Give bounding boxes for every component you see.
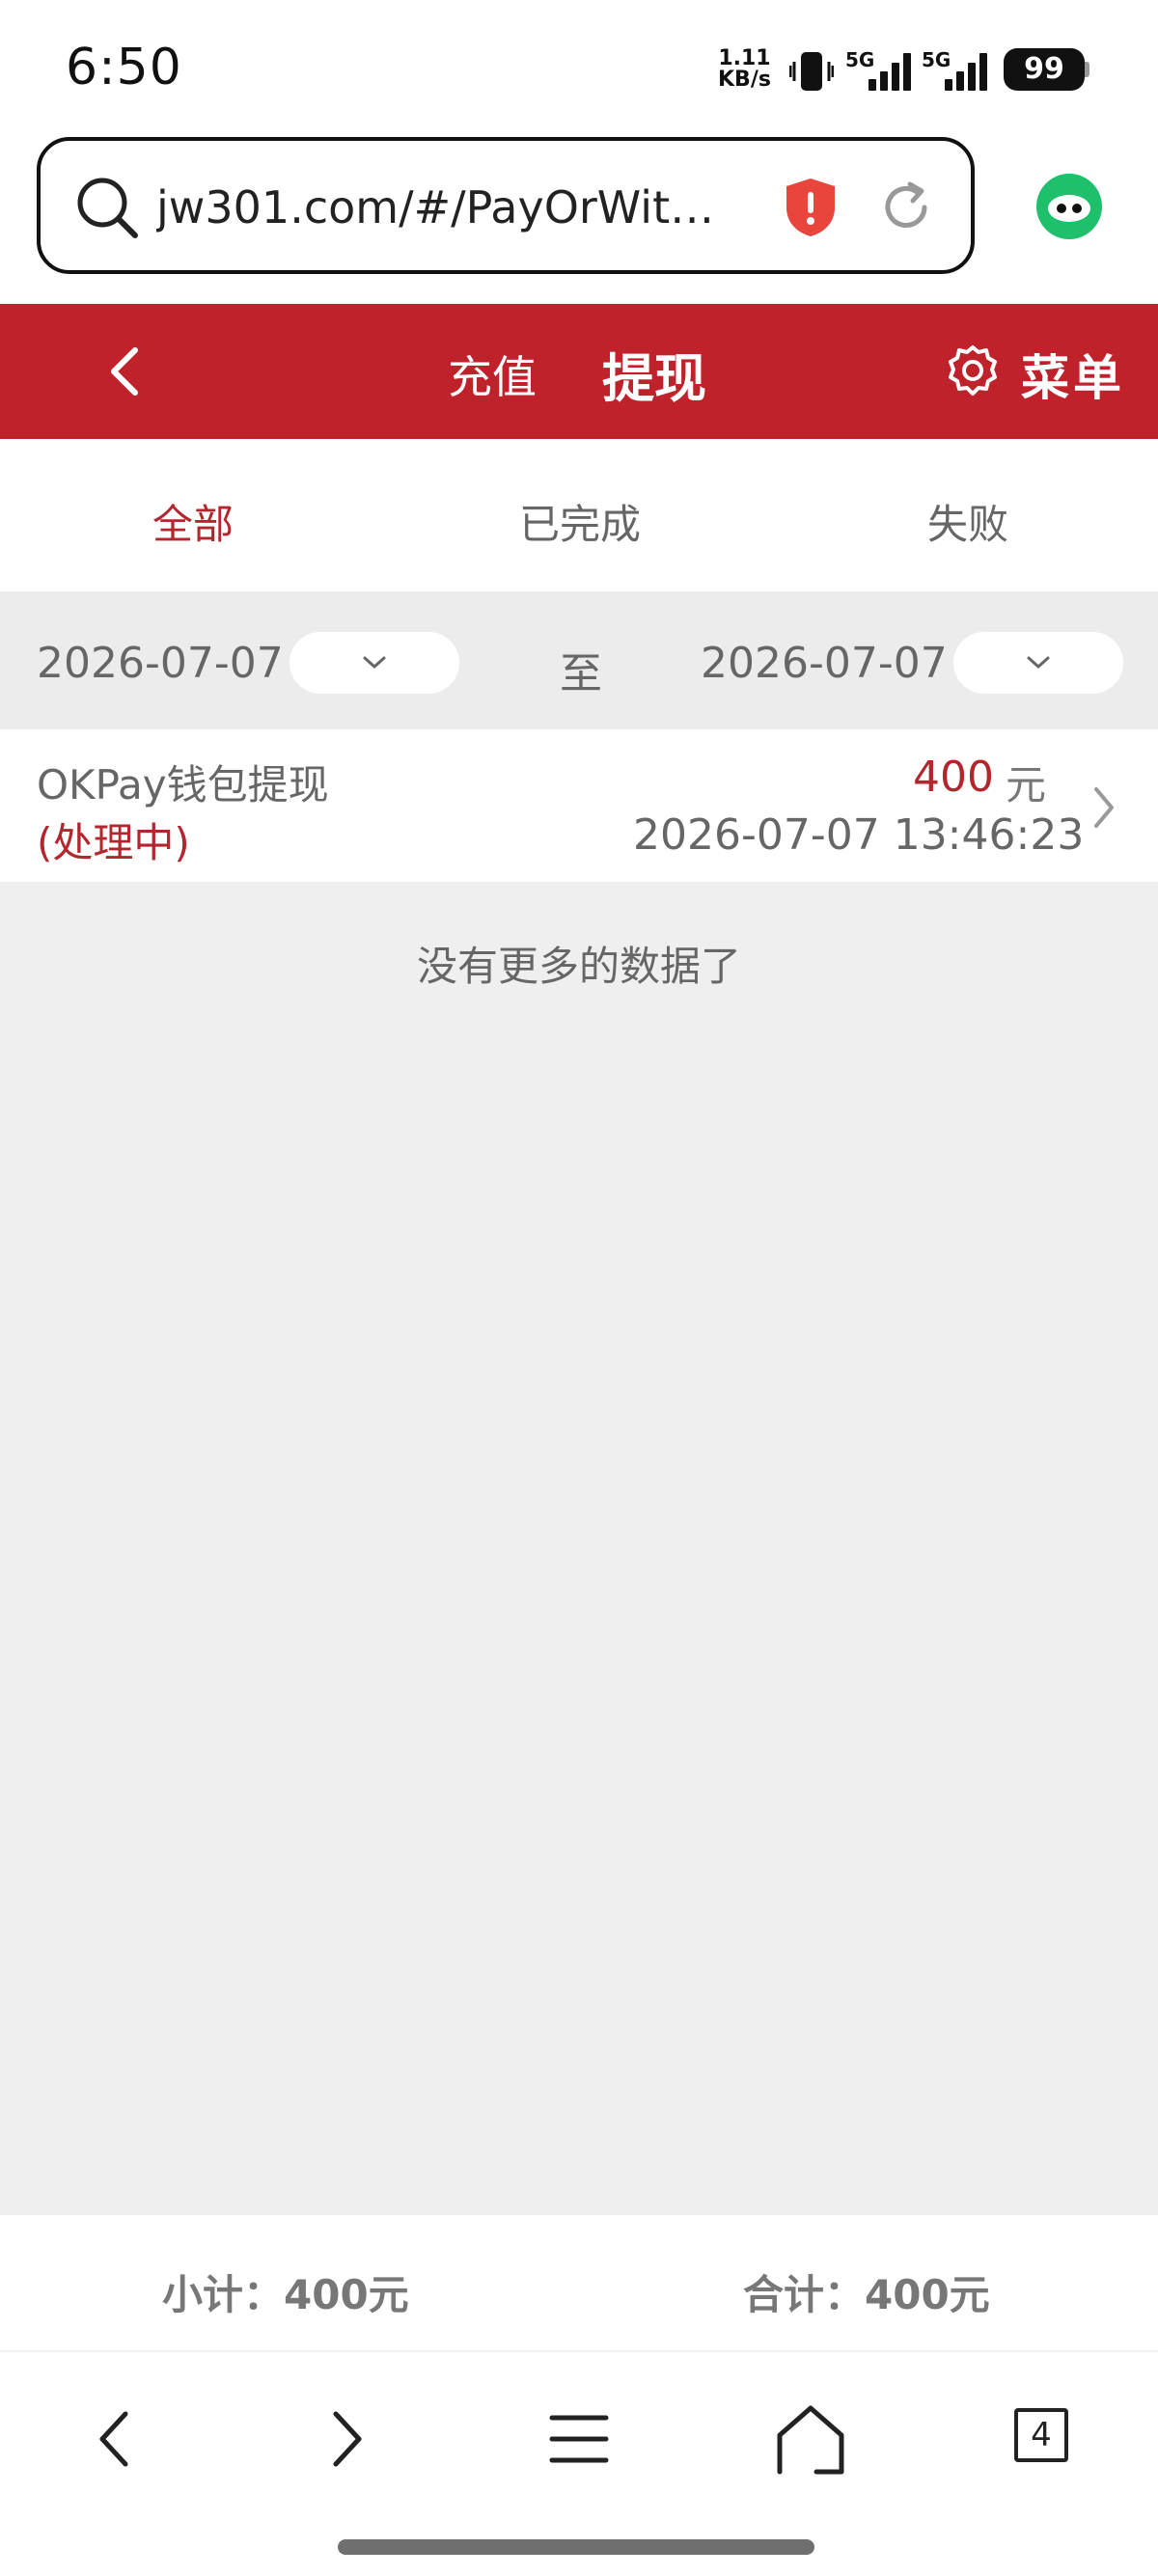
chevron-down-icon — [363, 656, 386, 669]
search-icon — [77, 178, 138, 238]
chevron-down-icon-2 — [1027, 656, 1050, 669]
total: 合计：400元 — [743, 2271, 990, 2318]
subtotal: 小计：400元 — [162, 2271, 409, 2318]
record-amount: 400 — [913, 753, 994, 802]
network-speed-unit: KB/s — [718, 68, 771, 92]
no-more-data: 没有更多的数据了 — [416, 943, 741, 990]
url-text[interactable]: jw301.com/#/PayOrWithd… — [156, 181, 735, 233]
tab-completed[interactable]: 已完成 — [435, 492, 725, 551]
home-icon[interactable] — [772, 2402, 849, 2476]
tabs-count-icon[interactable]: 4 — [1014, 2408, 1068, 2462]
record-status: (处理中) — [37, 819, 190, 866]
back-icon[interactable] — [100, 343, 149, 400]
chevron-right-icon — [1094, 787, 1114, 828]
status-time: 6:50 — [66, 39, 182, 96]
home-indicator[interactable] — [338, 2539, 814, 2555]
shield-icon[interactable] — [784, 177, 838, 238]
date-separator: 至 — [560, 649, 602, 699]
record-currency: 元 — [1006, 761, 1047, 808]
signal-icon — [868, 53, 911, 91]
record-title: OKPay钱包提现 — [37, 761, 329, 808]
battery-tip — [1085, 62, 1089, 77]
gear-icon[interactable] — [946, 343, 1000, 397]
end-date[interactable]: 2026-07-07 — [701, 639, 948, 688]
record-datetime: 2026-07-07 13:46:23 — [633, 810, 1085, 860]
signal-icon-2 — [945, 53, 987, 91]
tab-all[interactable]: 全部 — [48, 492, 338, 551]
nav-back-icon[interactable] — [91, 2408, 137, 2470]
menu-icon[interactable] — [548, 2412, 610, 2466]
tab-failed[interactable]: 失败 — [823, 492, 1113, 551]
network-speed: 1.11 KB/s — [718, 48, 771, 91]
battery-level: 99 — [1004, 48, 1085, 91]
vibrate-icon — [789, 52, 834, 91]
browser-logo-icon[interactable] — [1034, 172, 1104, 241]
menu-button[interactable]: 菜单 — [1021, 340, 1125, 409]
withdraw-tab[interactable]: 提现 — [602, 336, 706, 412]
reload-icon[interactable] — [878, 179, 934, 235]
start-date[interactable]: 2026-07-07 — [37, 639, 284, 688]
network-speed-value: 1.11 — [718, 46, 771, 70]
recharge-tab[interactable]: 充值 — [448, 343, 537, 406]
nav-forward-icon[interactable] — [324, 2408, 371, 2470]
